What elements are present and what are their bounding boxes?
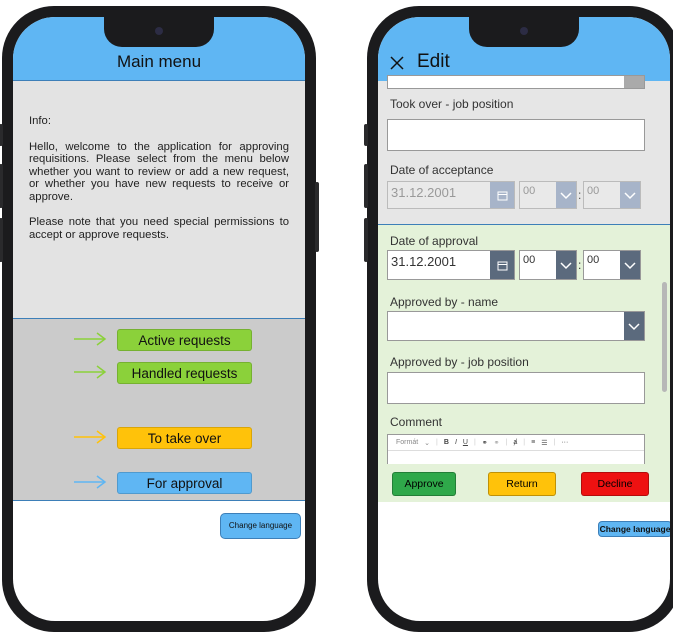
clear-format-icon[interactable]: ⱥ [513, 439, 517, 446]
numbered-list-icon[interactable]: ☰ [541, 439, 547, 447]
arrow-right-icon [74, 332, 107, 346]
change-language-button[interactable]: Change language [220, 513, 301, 539]
bold-button[interactable]: B [444, 439, 449, 446]
handled-requests-button[interactable]: Handled requests [117, 362, 252, 384]
change-language-button[interactable]: Change language [598, 521, 670, 537]
arrow-right-icon [74, 365, 107, 379]
info-paragraph-2: Please note that you need special permis… [29, 216, 289, 241]
page-title: Main menu [116, 52, 202, 71]
approval-date-input[interactable]: 31.12.2001 [387, 250, 515, 280]
menu-panel: Active requests Handled requests To take… [13, 319, 305, 501]
took-over-label: Took over - job position [390, 97, 514, 111]
arrow-right-icon [74, 430, 107, 444]
approval-minute-select[interactable]: 00 [583, 250, 641, 280]
info-paragraph-1: Hello, welcome to the application for ap… [29, 140, 289, 203]
info-panel: Info: Hello, welcome to the application … [13, 81, 305, 319]
italic-button[interactable]: I [455, 439, 457, 446]
more-icon[interactable]: ··· [561, 439, 568, 446]
approval-hour-select[interactable]: 00 [519, 250, 577, 280]
took-over-job-input[interactable] [387, 119, 645, 151]
acceptance-date-input[interactable]: 31.12.2001 [387, 181, 515, 209]
chevron-down-icon [620, 182, 640, 208]
phone-edit: Edit Took over - job position Date of ac… [364, 6, 673, 632]
approved-by-job-label: Approved by - job position [390, 355, 529, 369]
approved-by-name-select[interactable] [387, 311, 645, 341]
info-label: Info: [29, 115, 51, 127]
acceptance-minute-select[interactable]: 00 [583, 181, 641, 209]
approved-by-job-input[interactable] [387, 372, 645, 404]
link-icon[interactable]: ⚭ [482, 439, 488, 447]
main-menu-screen: Main menu Info: Hello, welcome to the ap… [13, 17, 305, 621]
to-take-over-button[interactable]: To take over [117, 427, 252, 449]
page-title: Edit [417, 51, 450, 72]
decline-button[interactable]: Decline [581, 472, 649, 496]
date-acceptance-label: Date of acceptance [390, 163, 494, 177]
unlink-icon[interactable]: ⚭ [494, 439, 500, 447]
editor-toolbar: Formát ⌄ | B I U | ⚭ ⚭ | ⱥ | ≡ ☰ | ··· [388, 435, 644, 451]
phone-main-menu: Main menu Info: Hello, welcome to the ap… [0, 6, 319, 632]
date-approval-label: Date of approval [390, 234, 479, 248]
underline-button[interactable]: U [463, 439, 468, 446]
comment-label: Comment [390, 415, 443, 429]
edit-screen: Edit Took over - job position Date of ac… [378, 17, 670, 621]
calendar-icon[interactable] [490, 251, 514, 279]
acceptance-section: Took over - job position Date of accepta… [378, 75, 670, 225]
chevron-down-icon [556, 251, 576, 279]
return-button[interactable]: Return [488, 472, 556, 496]
active-requests-button[interactable]: Active requests [117, 329, 252, 351]
chevron-down-icon [556, 182, 576, 208]
arrow-right-icon [74, 475, 107, 489]
close-icon[interactable] [389, 55, 405, 71]
format-select[interactable]: Formát [396, 439, 418, 446]
for-approval-button[interactable]: For approval [117, 472, 252, 494]
bullet-list-icon[interactable]: ≡ [531, 439, 535, 446]
chevron-down-icon [624, 312, 644, 340]
acceptance-hour-select[interactable]: 00 [519, 181, 577, 209]
previous-field[interactable] [387, 75, 645, 89]
scrollbar[interactable] [662, 282, 667, 392]
calendar-icon[interactable] [490, 182, 514, 208]
approved-by-name-label: Approved by - name [390, 295, 499, 309]
chevron-down-icon [620, 251, 640, 279]
approve-button[interactable]: Approve [392, 472, 456, 496]
